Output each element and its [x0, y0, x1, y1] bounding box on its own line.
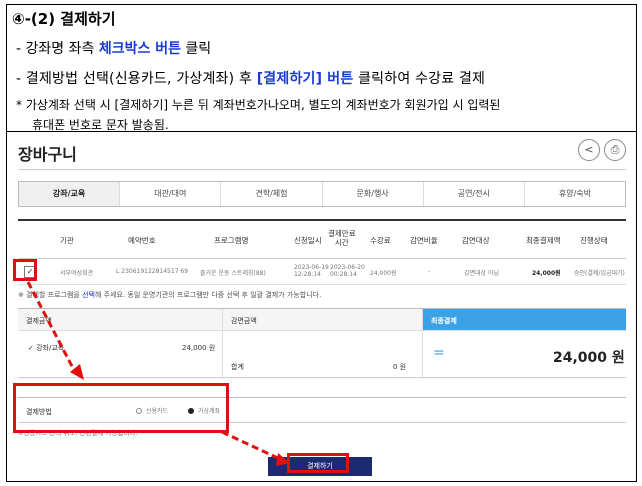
title-divider: [18, 169, 626, 170]
share-icon[interactable]: <: [578, 139, 600, 161]
payment-amount-column: 결제금액 ✓ 강좌/교육 24,000 원: [18, 309, 223, 379]
col-expire: 결제만료 시간: [328, 229, 356, 247]
table-header: 기관 예약번호 프로그램명 신청일시 결제만료 시간 수강료 감면비율 감면대상 …: [18, 219, 626, 259]
col-status: 진행상태: [580, 236, 608, 245]
divider: [6, 131, 637, 132]
instructions: ④-(2) 결제하기 - 강좌명 좌측 체크박스 버튼 클릭 - 결제방법 선택…: [8, 6, 634, 132]
checkbox-highlight: [13, 259, 37, 281]
tab-performance[interactable]: 공연/전시: [424, 182, 525, 206]
final-header: 최종결제: [423, 309, 626, 331]
checkbox-emphasis: 체크박스 버튼: [98, 41, 181, 57]
method-highlight: [13, 383, 229, 433]
notice-link: 선택: [82, 291, 95, 299]
step-heading: ④-(2) 결제하기: [12, 10, 116, 28]
col-program: 프로그램명: [214, 236, 249, 245]
page-title: 장바구니: [18, 145, 77, 164]
col-fee: 수강료: [370, 236, 391, 245]
cell-fee: 24,000원: [370, 270, 397, 277]
select-notice: ※ 결제할 프로그램을 선택해 주세요. 동일 운영기관의 프로그램만 다중 선…: [18, 291, 322, 299]
cell-discount-rate: -: [428, 268, 431, 275]
cell-program: 즐거운 운동 스트레칭(88): [200, 270, 266, 277]
cell-expire: 2023-06-20 00:28:14: [330, 264, 365, 278]
cell-org: 서부여성회관: [60, 270, 94, 277]
tab-lodging[interactable]: 휴양/숙박: [525, 182, 625, 206]
discount-header: 감면금액: [223, 309, 422, 331]
amount-item-label: ✓ 강좌/교육: [28, 344, 65, 352]
cell-status: 승인(결제/입금대기): [574, 270, 625, 277]
category-tabs: 강좌/교육 대관/대여 견학/체험 문화/행사 공연/전시 휴양/숙박: [18, 181, 626, 207]
tab-lecture[interactable]: 강좌/교육: [19, 182, 121, 206]
col-apply: 신청일시: [294, 236, 322, 245]
instruction-note: * 가상계좌 선택 시 [결제하기] 누른 뒤 계좌번호가나오며, 별도의 계좌…: [16, 98, 501, 112]
col-org: 기관: [60, 236, 74, 245]
instruction-line-2: - 결제방법 선택(신용카드, 가상계좌) 후 [결제하기] 버튼 클릭하여 수…: [16, 71, 486, 87]
payment-summary: 결제금액 ✓ 강좌/교육 24,000 원 감면금액 합계 0 원 최종결제 =…: [18, 308, 626, 379]
col-discount-rate: 감면비율: [410, 236, 438, 245]
table-row: ✓ 서부여성회관 L 230619122814517 69 즐거운 운동 스트레…: [18, 259, 626, 285]
pay-button-emphasis: [결제하기] 버튼: [256, 71, 354, 87]
payment-amount-header: 결제금액: [18, 309, 222, 331]
cell-discount-target: 감면대상 아님: [464, 270, 500, 277]
sum-label: 합계: [231, 363, 244, 371]
amount-item-value: 24,000 원: [182, 344, 216, 352]
instruction-line-1: - 강좌명 좌측 체크박스 버튼 클릭: [16, 41, 212, 57]
cell-reservation: L 230619122814517 69: [116, 268, 189, 275]
col-discount-target: 감면대상: [462, 236, 490, 245]
tab-tour[interactable]: 견학/체험: [221, 182, 323, 206]
cell-apply: 2023-06-19 12:28:14: [294, 264, 329, 278]
tab-rental[interactable]: 대관/대여: [120, 182, 222, 206]
print-icon[interactable]: ⎙: [604, 139, 626, 161]
discount-column: 감면금액 합계 0 원: [223, 309, 423, 379]
final-column: 최종결제 = 24,000 원: [423, 309, 626, 379]
tab-culture[interactable]: 문화/행사: [323, 182, 424, 206]
cell-final: 24,000원: [532, 270, 561, 277]
pay-button-highlight: [287, 453, 349, 473]
sum-value: 0 원: [393, 363, 407, 371]
equals-sign: =: [433, 345, 445, 361]
col-final: 최종결제액: [526, 236, 561, 245]
col-reservation: 예약번호: [128, 236, 156, 245]
final-amount: 24,000 원: [553, 350, 625, 366]
